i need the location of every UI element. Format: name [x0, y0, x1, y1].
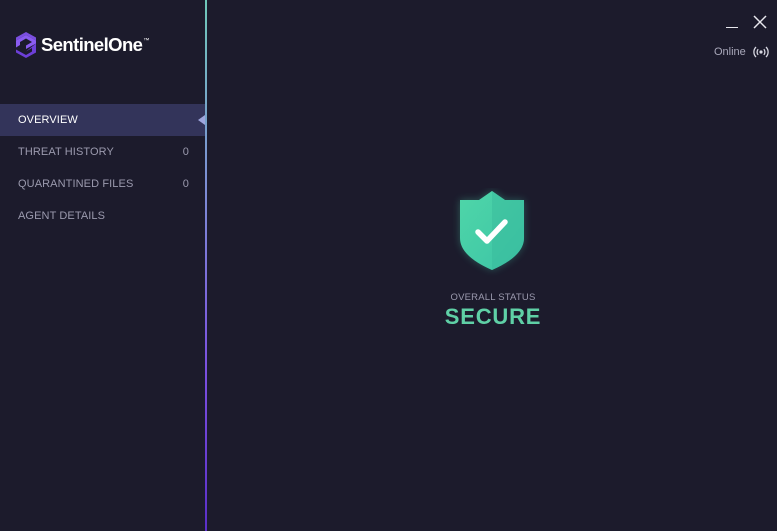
active-indicator-icon: [198, 115, 205, 125]
minimize-icon[interactable]: [723, 14, 741, 28]
threat-count: 0: [182, 146, 189, 158]
shield-check-icon: [460, 191, 524, 270]
sidebar-item-label: OVERVIEW: [18, 114, 78, 126]
brand-name-text: SentinelOne: [41, 34, 143, 55]
broadcast-icon: [753, 46, 769, 58]
sidebar-item-overview[interactable]: OVERVIEW: [0, 104, 205, 136]
connection-status: Online: [714, 43, 769, 61]
sidebar-item-quarantined-files[interactable]: QUARANTINED FILES 0: [0, 168, 205, 200]
overall-status-value: SECURE: [444, 304, 542, 329]
sidebar: SentinelOne™ OVERVIEW THREAT HISTORY 0 Q…: [0, 0, 205, 531]
sidebar-item-label: QUARANTINED FILES: [18, 178, 134, 190]
status-shield: [452, 188, 532, 278]
sidebar-item-label: THREAT HISTORY: [18, 146, 114, 158]
sidebar-item-threat-history[interactable]: THREAT HISTORY 0: [0, 136, 205, 168]
brand-logo: SentinelOne™: [15, 31, 149, 59]
close-icon[interactable]: [751, 13, 769, 31]
trademark-mark: ™: [143, 38, 149, 44]
brand-name: SentinelOne™: [41, 34, 149, 56]
sidebar-item-agent-details[interactable]: AGENT DETAILS: [0, 200, 205, 232]
sidebar-item-label: AGENT DETAILS: [18, 210, 106, 222]
sidebar-nav: OVERVIEW THREAT HISTORY 0 QUARANTINED FI…: [0, 104, 205, 232]
app-window: SentinelOne™ OVERVIEW THREAT HISTORY 0 Q…: [0, 0, 777, 531]
sidebar-divider: [205, 0, 207, 531]
overall-status-label: OVERALL STATUS: [450, 292, 536, 303]
connection-status-text: Online: [714, 46, 746, 58]
sentinelone-logo-icon: [16, 32, 36, 58]
quarantined-count: 0: [182, 178, 189, 190]
